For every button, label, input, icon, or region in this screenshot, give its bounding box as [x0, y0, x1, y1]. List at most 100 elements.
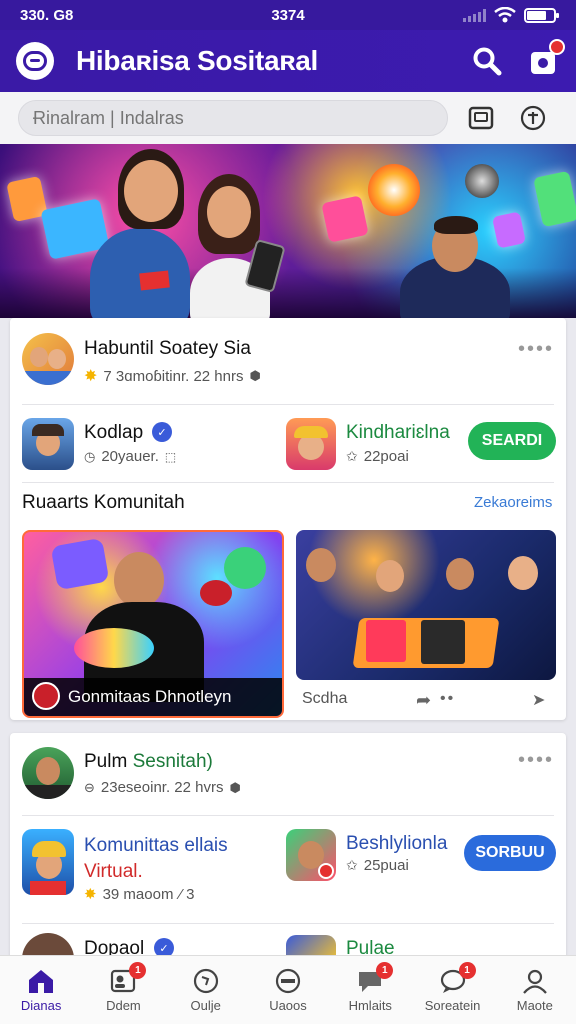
community-name[interactable]: Habuntil Soatey Sia [84, 338, 251, 360]
group-meta: ✸ 39 maoom ⁄ 3 [84, 885, 194, 904]
verified-icon: ✓ [152, 422, 172, 442]
divider [22, 482, 554, 483]
group-name[interactable]: Komunittas ellais Virtual. [84, 833, 228, 885]
group-name-line2: Virtual. [84, 861, 143, 882]
nav-explore[interactable]: Oulje [165, 956, 247, 1024]
star-outline-icon: ✩ [346, 857, 358, 873]
community-avatar[interactable] [22, 747, 74, 799]
featured-media-right[interactable] [296, 530, 556, 680]
group-meta: ◷ 20yauer. ⬚ [84, 448, 176, 465]
community-card: Habuntil Soatey Sia ✸ 7 3ɑmoɓitinr. 22 h… [10, 318, 566, 720]
lock-icon: ⬢ [229, 779, 241, 795]
more-options-button[interactable]: •••• [518, 749, 554, 772]
media-caption-text: Gonmitaas Dhnotleyn [68, 687, 232, 706]
community-name-part2: Sesnitah) [132, 751, 213, 772]
status-icons [463, 7, 559, 23]
lock-icon: ⬢ [249, 368, 261, 383]
app-title: Hibaʀisa Sositaʀal [76, 45, 319, 76]
nav-user[interactable]: Maote [494, 956, 576, 1024]
community-meta: ✸ 7 3ɑmoɓitinr. 22 hnrs ⬢ [84, 366, 261, 386]
nav-groups[interactable]: Uaoos [247, 956, 329, 1024]
community-meta-text: 7 3ɑmoɓitinr. 22 hnrs [103, 367, 244, 385]
star-icon: ✸ [84, 368, 98, 385]
nav-label: Uaoos [269, 997, 307, 1013]
group-icon [275, 968, 301, 993]
group-avatar[interactable] [286, 418, 336, 470]
clock-icon: ⊖ [84, 779, 95, 795]
nav-label: Soreatein [424, 997, 481, 1013]
nav-badge: 1 [376, 962, 394, 979]
featured-media-left[interactable]: Gonmitaas Dhnotleyn [22, 530, 284, 718]
nav-label: Maote [516, 997, 553, 1013]
group-avatar[interactable] [22, 418, 74, 470]
star-icon: ✸ [84, 886, 97, 903]
divider [22, 815, 554, 816]
nav-label: Oulje [190, 997, 221, 1013]
status-bar: 330. G8 3374 [0, 0, 576, 30]
divider [22, 404, 554, 405]
join-button[interactable]: SEARDI [468, 422, 556, 460]
add-circle-icon [520, 105, 546, 131]
nav-badge: 1 [129, 962, 147, 979]
community-name[interactable]: Pulm Sesnitah) [84, 751, 213, 773]
join-button[interactable]: SORBUU [464, 835, 556, 871]
nav-profile-card[interactable]: 1 Ddem [82, 956, 164, 1024]
camera-icon [468, 106, 494, 130]
community-card: Pulm Sesnitah) ⊖ 23eseoinr. 22 hvrs ⬢ ••… [10, 733, 566, 963]
nav-notifications[interactable]: 1 Soreatein [411, 956, 493, 1024]
clock-icon: ◷ [84, 448, 96, 464]
share-icon[interactable]: ➦ [416, 690, 431, 711]
user-icon [522, 969, 547, 994]
glowing-orb [465, 164, 499, 198]
battery-icon [524, 7, 559, 23]
group-avatar[interactable] [22, 829, 74, 895]
more-dots-icon[interactable]: •• [440, 690, 455, 708]
wifi-icon [494, 7, 516, 23]
search-icon [473, 47, 502, 76]
glowing-orb [368, 164, 420, 216]
app-logo-icon[interactable] [16, 42, 54, 80]
community-name-part1: Pulm [84, 751, 128, 772]
hero-person-face [207, 186, 251, 238]
nav-chat[interactable]: 1 Hmlaits [329, 956, 411, 1024]
shirt-logo [139, 270, 170, 291]
media-caption: Gonmitaas Dhnotleyn [24, 678, 282, 716]
floating-game-tile [533, 170, 576, 228]
group-name[interactable]: Beshlylionla [346, 833, 447, 855]
nav-label: Hmlaits [348, 997, 392, 1013]
notification-badge [549, 39, 565, 55]
search-input[interactable] [18, 100, 448, 136]
group-name[interactable]: Kodlap [84, 422, 143, 444]
see-all-link[interactable]: Zekaoreims [474, 494, 552, 511]
star-outline-icon: ✩ [346, 448, 358, 464]
nav-label: Dianas [20, 997, 62, 1013]
home-icon [29, 969, 54, 993]
media-right-caption-text: Scdha [302, 690, 348, 707]
group-meta-text: 39 maoom [102, 885, 174, 903]
camera-small-icon: ⬚ [164, 449, 177, 464]
notifications-button[interactable] [526, 39, 565, 78]
status-time-left: 330. G8 [20, 6, 74, 24]
floating-game-tile [321, 195, 369, 243]
nav-home[interactable]: Dianas [0, 956, 82, 1024]
search-row [0, 92, 576, 144]
caption-avatar [32, 682, 60, 710]
more-options-button[interactable]: •••• [518, 338, 554, 361]
group-name[interactable]: Kindhariɛlna [346, 422, 450, 444]
hero-banner[interactable] [0, 144, 576, 318]
media-right-caption: Scdha [302, 690, 347, 708]
divider [22, 923, 554, 924]
nav-label: Ddem [106, 997, 141, 1013]
camera-button[interactable] [468, 105, 494, 131]
search-button[interactable] [470, 44, 504, 78]
group-meta-text: 22poai [363, 448, 409, 465]
group-meta-text: 20yauer. [101, 448, 159, 465]
group-meta: ✩ 25puai [346, 857, 409, 874]
bottom-navigation: Dianas 1 Ddem Oulje Uaoos 1 Hmlaits 1 So… [0, 955, 576, 1024]
section-title: Ruaarts Komunitah [22, 492, 185, 513]
add-button[interactable] [520, 105, 546, 131]
forward-icon[interactable]: ➤ [532, 690, 545, 710]
group-avatar[interactable] [286, 829, 336, 881]
group-meta: ✩ 22poai [346, 448, 409, 465]
community-avatar[interactable] [22, 333, 74, 385]
